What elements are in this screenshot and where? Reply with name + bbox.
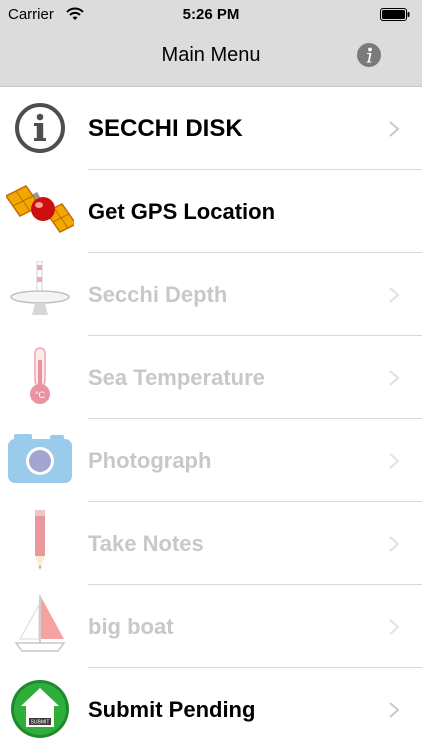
- menu-item-get-gps-location[interactable]: Get GPS Location: [0, 170, 422, 253]
- submit-house-icon: SUBMIT: [11, 680, 69, 738]
- menu-item-label: Sea Temperature: [88, 365, 265, 390]
- chevron-right-icon: [389, 121, 400, 137]
- navigation-header: Carrier 5:26 PM Main Menu: [0, 0, 422, 87]
- menu-item-submit-pending[interactable]: SUBMIT Submit Pending: [0, 668, 422, 751]
- menu-item-secchi-disk[interactable]: SECCHI DISK: [0, 87, 422, 170]
- thermometer-icon: °C: [30, 347, 50, 404]
- menu-item-label: Get GPS Location: [88, 199, 276, 224]
- menu-item-label: big boat: [88, 614, 174, 639]
- menu-item-photograph[interactable]: Photograph: [0, 419, 422, 502]
- chevron-right-icon: [389, 702, 400, 718]
- satellite-icon: [6, 185, 74, 233]
- info-button[interactable]: [356, 42, 382, 68]
- menu-item-big-boat[interactable]: big boat: [0, 585, 422, 668]
- chevron-right-icon: [389, 370, 400, 386]
- camera-icon: [8, 434, 72, 483]
- submit-badge-text: SUBMIT: [31, 720, 50, 726]
- menu-item-label: Submit Pending: [88, 697, 256, 722]
- secchi-disk-icon: [10, 261, 70, 315]
- pencil-icon: [35, 510, 45, 570]
- sailboat-icon: [14, 595, 66, 652]
- chevron-right-icon: [389, 453, 400, 469]
- chevron-right-icon: [389, 287, 400, 303]
- chevron-right-icon: [389, 619, 400, 635]
- menu-item-label: Take Notes: [88, 531, 204, 556]
- status-bar: Carrier 5:26 PM: [0, 0, 422, 30]
- svg-text:°C: °C: [35, 390, 46, 400]
- menu-item-take-notes[interactable]: Take Notes: [0, 502, 422, 585]
- clock: 5:26 PM: [182, 6, 240, 23]
- menu-item-secchi-depth[interactable]: Secchi Depth: [0, 253, 422, 336]
- menu-item-label: SECCHI DISK: [88, 115, 243, 142]
- main-menu: SECCHI DISK Get GPS Location Secchi Dept…: [0, 87, 422, 751]
- menu-item-label: Photograph: [88, 448, 212, 473]
- info-circle-icon: [15, 103, 65, 153]
- chevron-right-icon: [389, 536, 400, 552]
- battery-icon: [380, 8, 410, 21]
- menu-item-label: Secchi Depth: [88, 282, 228, 307]
- menu-item-sea-temperature[interactable]: °C Sea Temperature: [0, 336, 422, 419]
